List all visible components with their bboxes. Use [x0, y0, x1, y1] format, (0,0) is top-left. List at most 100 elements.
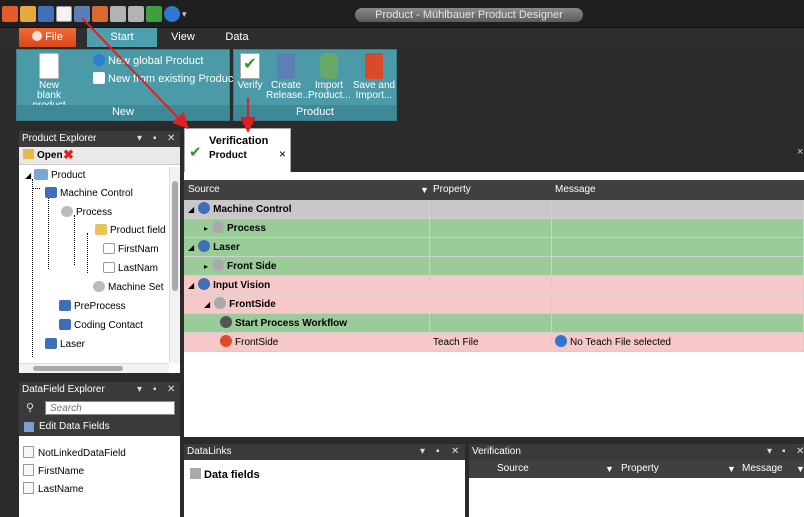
column-header-message[interactable]: Message [742, 460, 783, 478]
source-cell: ▸ Process [184, 219, 430, 238]
list-item[interactable]: LastName [23, 482, 84, 498]
close-document-icon[interactable]: × [797, 146, 803, 158]
tree-horizontal-scrollbar[interactable] [19, 363, 169, 373]
column-header-message[interactable]: Message [555, 180, 596, 200]
data-fields-icon [190, 468, 201, 479]
data-field-icon [23, 446, 34, 458]
table-row[interactable]: Start Process Workflow [184, 314, 804, 333]
datalinks-header: DataLinks ▾ ▪ ✕ [184, 444, 465, 460]
tree-node-product[interactable]: ◢ Product [25, 167, 85, 185]
scrollbar-thumb[interactable] [33, 366, 123, 371]
tree-node-laser[interactable]: Laser [45, 336, 85, 354]
table-row[interactable]: ▸ Process [184, 219, 804, 238]
info-icon[interactable] [164, 6, 180, 22]
property-cell [430, 200, 552, 219]
import-product-button[interactable]: Import Product... [308, 53, 351, 101]
table-row[interactable]: ◢ Machine Control [184, 200, 804, 219]
close-icon[interactable]: ✕ [451, 444, 459, 460]
column-header-property[interactable]: Property [433, 180, 471, 200]
customize-quick-access-icon[interactable]: ▾ [182, 6, 198, 22]
close-tab-icon[interactable]: × [279, 147, 286, 161]
app-logo-icon [2, 6, 18, 22]
new-from-existing-product-button[interactable]: New from existing Product [93, 72, 236, 86]
tree-node-product-field[interactable]: Product field [95, 222, 166, 240]
release-icon[interactable] [74, 6, 90, 22]
tree-node-coding-contact[interactable]: Coding Contact [59, 317, 143, 335]
open-folder-icon [23, 149, 34, 159]
save-and-import-button[interactable]: Save and Import... [352, 53, 396, 101]
tab-data[interactable]: Data [217, 28, 257, 47]
expand-arrow-icon[interactable]: ▸ [204, 224, 208, 233]
ribbon-group-product: ✔ Verify Create Release... Import Produc… [233, 49, 397, 121]
expand-arrow-icon[interactable]: ◢ [188, 243, 194, 252]
filter-icon[interactable]: ▼ [420, 180, 429, 200]
filter-icon[interactable]: ▼ [605, 460, 614, 478]
close-icon[interactable]: ✕ [167, 382, 175, 398]
list-item[interactable]: NotLinkedDataField [23, 446, 126, 462]
table-row[interactable]: ◢ FrontSide [184, 295, 804, 314]
product-explorer-toolbar: Open ✖ [19, 147, 180, 165]
tab-view[interactable]: View [157, 28, 209, 47]
datalinks-data-fields-node[interactable]: Data fields [190, 468, 260, 481]
import-icon[interactable] [92, 6, 108, 22]
table-row[interactable]: ▸ Front Side [184, 257, 804, 276]
expand-arrow-icon[interactable]: ◢ [188, 205, 194, 214]
pin-icon[interactable]: ▪ [436, 444, 440, 460]
tree-line [87, 233, 88, 273]
datafield-search-input[interactable] [45, 401, 175, 415]
column-header-source[interactable]: Source [188, 180, 220, 200]
pin-icon[interactable]: ▪ [153, 382, 157, 398]
verify-button[interactable]: ✔ Verify [235, 53, 265, 91]
tree-node-last-name[interactable]: LastNam [103, 260, 158, 278]
expand-arrow-icon[interactable]: ▸ [204, 262, 208, 271]
dropdown-icon[interactable]: ▾ [137, 131, 142, 147]
filter-icon[interactable]: ▼ [796, 460, 804, 478]
delete-icon[interactable]: ✖ [63, 148, 74, 162]
tree-node-process[interactable]: Process [61, 204, 112, 222]
pin-icon[interactable]: ▪ [153, 131, 157, 147]
create-release-button[interactable]: Create Release... [266, 53, 311, 101]
edit-data-fields-button[interactable]: Edit Data Fields [19, 418, 180, 436]
new-global-product-button[interactable]: New global Product [93, 54, 203, 68]
tab-verification-product[interactable]: ✔ Verification Product × [184, 128, 291, 172]
tree-node-preprocess[interactable]: PreProcess [59, 298, 126, 316]
share-icon[interactable] [110, 6, 126, 22]
filter-icon[interactable]: ▼ [727, 460, 736, 478]
close-icon[interactable]: ✕ [167, 131, 175, 147]
expand-arrow-icon[interactable]: ◢ [188, 281, 194, 290]
tree-line [32, 179, 33, 357]
open-button[interactable]: Open [23, 149, 63, 163]
tab-start[interactable]: Start [87, 28, 157, 47]
tree-node-first-name[interactable]: FirstNam [103, 241, 159, 259]
product-explorer-header: Product Explorer ▾ ▪ ✕ [19, 131, 180, 147]
dropdown-icon[interactable]: ▾ [137, 382, 142, 398]
table-row[interactable]: ◢ Input Vision [184, 276, 804, 295]
tab-file[interactable]: File [19, 28, 76, 47]
tree-node-machine-set[interactable]: Machine Set [93, 279, 164, 297]
expand-arrow-icon[interactable]: ◢ [25, 171, 31, 180]
save-icon[interactable] [38, 6, 54, 22]
message-text: No Teach File selected [570, 337, 671, 348]
column-header-property[interactable]: Property [621, 460, 659, 478]
data-field-icon [23, 464, 34, 476]
scrollbar-thumb[interactable] [172, 181, 178, 291]
gear-icon [93, 281, 105, 292]
pin-icon[interactable]: ▪ [782, 444, 786, 460]
verify-icon[interactable] [56, 6, 72, 22]
new-blank-product-button[interactable]: New blank product [19, 53, 79, 111]
table-row[interactable]: FrontSide Teach File No Teach File selecte… [184, 333, 804, 352]
column-header-source[interactable]: Source [497, 460, 529, 478]
table-row[interactable]: ◢ Laser [184, 238, 804, 257]
open-icon[interactable] [20, 6, 36, 22]
gear-icon [214, 297, 227, 309]
tree-vertical-scrollbar[interactable] [169, 167, 180, 363]
green-icon[interactable] [146, 6, 162, 22]
expand-arrow-icon[interactable]: ◢ [204, 300, 210, 309]
dropdown-icon[interactable]: ▾ [420, 444, 425, 460]
property-cell [430, 295, 552, 314]
tree-node-machine-control[interactable]: Machine Control [45, 185, 133, 203]
close-icon[interactable]: ✕ [796, 444, 804, 460]
list-item[interactable]: FirstName [23, 464, 84, 480]
link-icon[interactable] [128, 6, 144, 22]
dropdown-icon[interactable]: ▾ [767, 444, 772, 460]
